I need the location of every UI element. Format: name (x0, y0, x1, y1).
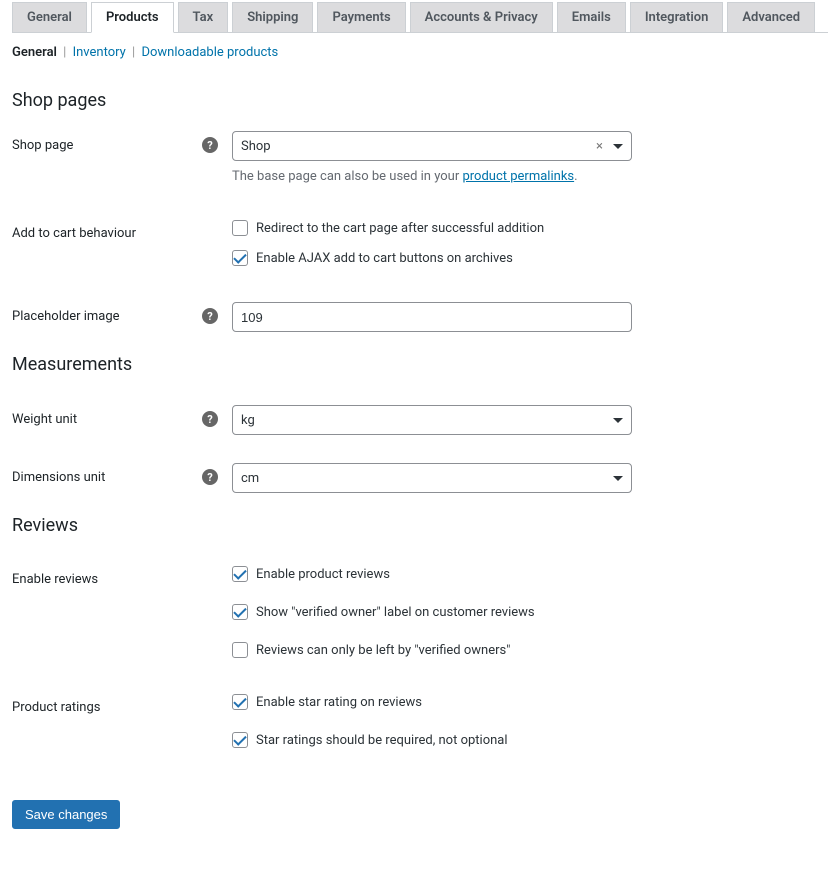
subnav-general[interactable]: General (12, 45, 57, 60)
tab-accounts[interactable]: Accounts & Privacy (410, 2, 553, 32)
help-icon[interactable]: ? (202, 411, 218, 427)
dimensions-unit-select[interactable]: cm (232, 463, 632, 493)
enable-reviews-label[interactable]: Enable product reviews (256, 567, 390, 582)
row-placeholder-image: Placeholder image ? (12, 302, 828, 332)
row-product-ratings: Product ratings Enable star rating on re… (12, 694, 828, 748)
ajax-cart-checkbox[interactable] (232, 250, 248, 266)
enable-reviews-checkbox[interactable] (232, 566, 248, 582)
redirect-cart-label[interactable]: Redirect to the cart page after successf… (256, 221, 544, 236)
row-add-to-cart: Add to cart behaviour Redirect to the ca… (12, 220, 828, 266)
label-product-ratings: Product ratings (12, 700, 101, 715)
redirect-cart-checkbox[interactable] (232, 220, 248, 236)
label-dimensions-unit: Dimensions unit (12, 470, 105, 485)
ajax-cart-label[interactable]: Enable AJAX add to cart buttons on archi… (256, 251, 513, 266)
chevron-down-icon (613, 418, 623, 423)
label-placeholder-image: Placeholder image (12, 309, 120, 324)
verified-label-checkbox[interactable] (232, 604, 248, 620)
star-rating-checkbox[interactable] (232, 694, 248, 710)
section-reviews: Reviews (12, 515, 828, 536)
placeholder-image-input[interactable] (232, 302, 632, 332)
tab-integration[interactable]: Integration (630, 2, 724, 32)
content-area: Shop pages Shop page ? Shop × The base p… (0, 90, 840, 849)
verified-only-label[interactable]: Reviews can only be left by "verified ow… (256, 643, 510, 658)
clear-icon[interactable]: × (596, 139, 603, 154)
help-icon[interactable]: ? (202, 469, 218, 485)
subnav-downloadable[interactable]: Downloadable products (141, 45, 278, 60)
section-measurements: Measurements (12, 354, 828, 375)
chevron-down-icon (613, 144, 623, 149)
weight-unit-value: kg (241, 413, 609, 428)
label-enable-reviews: Enable reviews (12, 572, 98, 587)
help-icon[interactable]: ? (202, 308, 218, 324)
shop-page-hint: The base page can also be used in your p… (232, 169, 632, 184)
tab-tax[interactable]: Tax (178, 2, 229, 32)
row-dimensions-unit: Dimensions unit ? cm (12, 463, 828, 493)
label-shop-page: Shop page (12, 138, 73, 153)
label-add-to-cart: Add to cart behaviour (12, 226, 136, 241)
tab-emails[interactable]: Emails (557, 2, 626, 32)
sep-icon: | (63, 45, 66, 60)
subnav-inventory[interactable]: Inventory (73, 45, 126, 60)
section-shop-pages: Shop pages (12, 90, 828, 111)
shop-page-select[interactable]: Shop × (232, 131, 632, 161)
tab-products[interactable]: Products (91, 2, 174, 33)
save-button[interactable]: Save changes (12, 800, 120, 829)
row-weight-unit: Weight unit ? kg (12, 405, 828, 435)
star-required-label[interactable]: Star ratings should be required, not opt… (256, 733, 508, 748)
sep-icon: | (132, 45, 135, 60)
help-icon[interactable]: ? (202, 137, 218, 153)
weight-unit-select[interactable]: kg (232, 405, 632, 435)
verified-label-label[interactable]: Show "verified owner" label on customer … (256, 605, 535, 620)
main-tabs: General Products Tax Shipping Payments A… (12, 0, 828, 33)
sub-nav: General | Inventory | Downloadable produ… (0, 33, 840, 68)
chevron-down-icon (613, 476, 623, 481)
star-rating-label[interactable]: Enable star rating on reviews (256, 695, 422, 710)
row-shop-page: Shop page ? Shop × The base page can als… (12, 131, 828, 184)
star-required-checkbox[interactable] (232, 732, 248, 748)
row-enable-reviews: Enable reviews Enable product reviews Sh… (12, 566, 828, 658)
tab-payments[interactable]: Payments (317, 2, 405, 32)
label-weight-unit: Weight unit (12, 412, 77, 427)
shop-page-value: Shop (241, 139, 596, 154)
product-permalinks-link[interactable]: product permalinks (462, 169, 574, 184)
tab-advanced[interactable]: Advanced (727, 2, 815, 32)
tab-general[interactable]: General (12, 2, 87, 32)
verified-only-checkbox[interactable] (232, 642, 248, 658)
tab-shipping[interactable]: Shipping (232, 2, 313, 32)
dimensions-unit-value: cm (241, 471, 609, 486)
